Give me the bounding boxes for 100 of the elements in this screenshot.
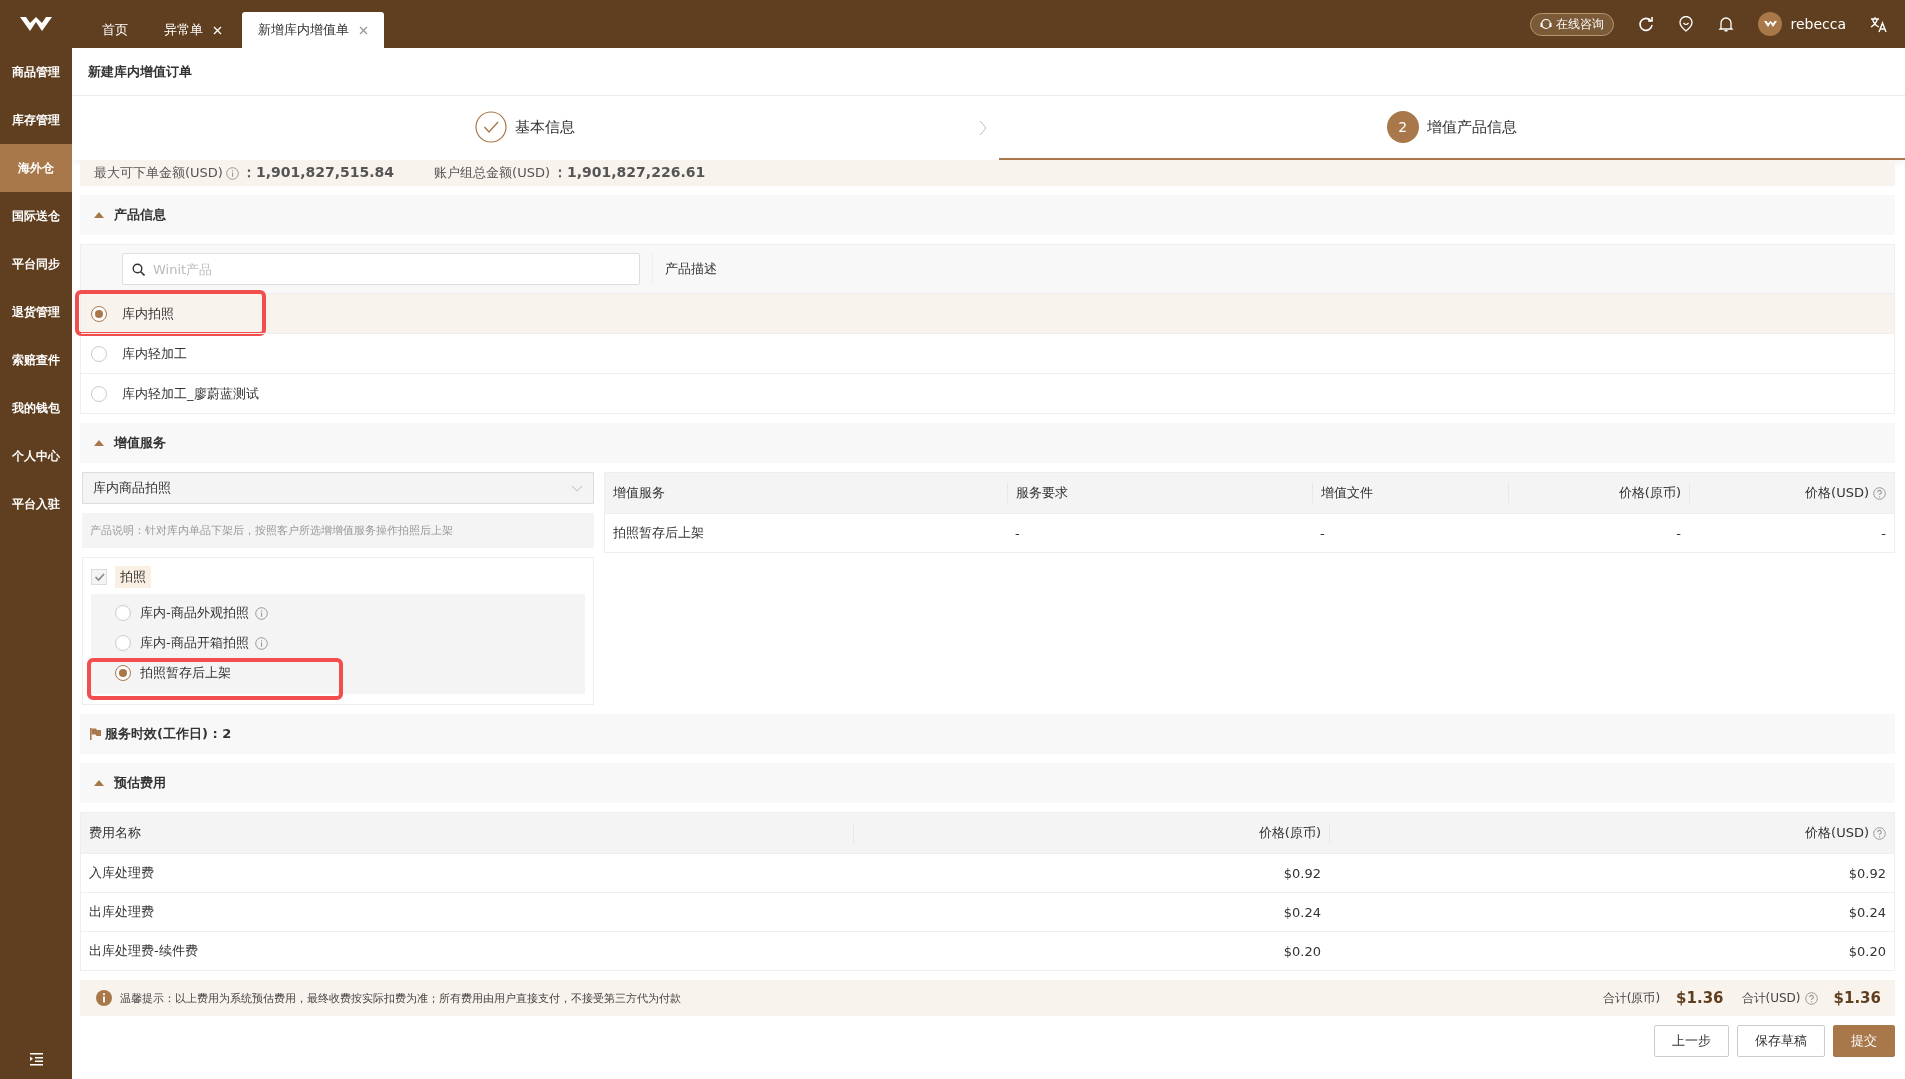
balance-value: ：1,901,827,515.84	[241, 164, 395, 182]
balance-label: 账户组总金额(USD)	[434, 164, 550, 182]
service-dropdown[interactable]: 库内商品拍照	[82, 472, 594, 504]
column-header: 价格(USD)	[1805, 824, 1869, 842]
column-header: 产品描述	[652, 253, 717, 285]
radio-button[interactable]	[91, 305, 107, 322]
table-cell: -	[1676, 525, 1681, 541]
total-label: 合计(USD)	[1741, 989, 1801, 1007]
headset-icon	[1540, 18, 1553, 30]
action-button[interactable]: 保存草稿	[1737, 1025, 1825, 1057]
table-cell: -	[1015, 525, 1020, 541]
consult-button[interactable]: 在线咨询	[1530, 12, 1615, 36]
radio-button[interactable]	[91, 385, 107, 402]
tab[interactable]: 异常单	[148, 12, 238, 48]
total-label: 合计(原币)	[1602, 989, 1661, 1007]
product-name: 库内轻加工	[122, 344, 187, 363]
product-row[interactable]: 库内拍照	[81, 293, 1894, 333]
option-label: 库内-商品开箱拍照	[140, 634, 249, 652]
step[interactable]: 基本信息	[72, 96, 979, 160]
table-cell: $0.20	[1283, 943, 1321, 959]
radio-button[interactable]	[115, 635, 131, 651]
sidebar-item[interactable]: 个人中心	[0, 432, 72, 480]
table-cell: -	[1320, 525, 1325, 541]
submit-button[interactable]: 提交	[1833, 1025, 1895, 1057]
action-button[interactable]: 上一步	[1654, 1025, 1729, 1057]
total-value: $1.36	[1833, 989, 1881, 1007]
sidebar-item[interactable]: 海外仓	[0, 144, 72, 192]
column-header: 增值服务	[613, 484, 665, 502]
product-row[interactable]: 库内轻加工_廖蔚蓝测试	[81, 373, 1894, 413]
balance-value: ：1,901,827,226.61	[553, 164, 706, 182]
total-value: $1.36	[1676, 989, 1724, 1007]
collapse-icon[interactable]	[94, 780, 104, 786]
sidebar-item[interactable]: 我的钱包	[0, 384, 72, 432]
radio-button[interactable]	[115, 605, 131, 621]
radio-button[interactable]	[91, 345, 107, 362]
user-name[interactable]: rebecca	[1790, 16, 1846, 32]
product-description: 产品说明：针对库内单品下架后，按照客户所选增增值服务操作拍照后上架	[82, 513, 594, 548]
sidebar-item[interactable]: 索赔查件	[0, 336, 72, 384]
page-title: 新建库内增值订单	[72, 48, 1905, 96]
table-cell: 拍照暂存后上架	[613, 524, 704, 542]
section-header[interactable]: 产品信息	[80, 195, 1895, 235]
sidebar-item[interactable]: 退货管理	[0, 288, 72, 336]
smile-pin-icon[interactable]	[1678, 16, 1695, 32]
product-row[interactable]: 库内轻加工	[81, 333, 1894, 373]
column-header: 价格(原币)	[1258, 824, 1321, 842]
table-cell: 入库处理费	[89, 864, 154, 882]
table-cell: 出库处理费-续件费	[89, 942, 198, 960]
logo-icon	[1762, 19, 1778, 29]
column-header: 价格(原币)	[1618, 484, 1681, 502]
translate-icon[interactable]	[1870, 15, 1887, 33]
table-cell: $0.24	[1848, 904, 1886, 920]
sidebar-item[interactable]: 国际送仓	[0, 192, 72, 240]
service-option[interactable]: 拍照暂存后上架	[115, 658, 231, 688]
table-cell: $0.20	[1848, 943, 1886, 959]
avatar[interactable]	[1758, 12, 1783, 36]
info-icon	[96, 990, 112, 1006]
refresh-icon[interactable]	[1638, 16, 1655, 32]
product-name: 库内轻加工_廖蔚蓝测试	[122, 384, 259, 403]
table-cell: -	[1881, 525, 1886, 541]
sidebar-item[interactable]: 平台入驻	[0, 480, 72, 528]
menu-icon[interactable]	[29, 1052, 43, 1066]
section-header[interactable]: 预估费用	[80, 763, 1895, 803]
section-title: 预估费用	[114, 774, 166, 792]
product-name: 库内拍照	[122, 304, 174, 323]
table-cell: 出库处理费	[89, 903, 154, 921]
sidebar-item[interactable]: 库存管理	[0, 96, 72, 144]
checkbox-label: 拍照	[115, 566, 151, 588]
tab[interactable]: 首页	[86, 12, 144, 48]
section-title: 增值服务	[114, 434, 166, 452]
service-option[interactable]: 库内-商品外观拍照	[115, 598, 268, 628]
check-icon	[93, 572, 105, 582]
collapse-icon[interactable]	[94, 212, 104, 218]
sidebar-item[interactable]: 商品管理	[0, 48, 72, 96]
column-header: 价格(USD)	[1805, 484, 1869, 502]
balance-label: 最大可下单金额(USD)	[94, 164, 223, 182]
checkbox[interactable]	[91, 569, 107, 585]
section-title: 产品信息	[114, 206, 166, 224]
tab[interactable]: 新增库内增值单	[242, 12, 384, 48]
search-field[interactable]: Winit产品	[122, 253, 640, 285]
sidebar-item[interactable]: 平台同步	[0, 240, 72, 288]
table-cell: $0.92	[1283, 865, 1321, 881]
bell-icon[interactable]	[1718, 16, 1735, 32]
column-header: 服务要求	[1016, 484, 1068, 502]
option-label: 拍照暂存后上架	[140, 664, 231, 682]
radio-button[interactable]	[115, 665, 131, 681]
collapse-icon[interactable]	[94, 440, 104, 446]
table-cell: $0.24	[1283, 904, 1321, 920]
chevron-down-icon	[571, 484, 583, 492]
column-header: 费用名称	[89, 824, 141, 842]
service-time: 服务时效(工作日) : 2	[105, 725, 232, 743]
search-icon	[132, 263, 145, 276]
service-option[interactable]: 库内-商品开箱拍照	[115, 628, 268, 658]
step-number: 2	[1386, 111, 1419, 143]
section-header[interactable]: 增值服务	[80, 423, 1895, 463]
notice-text: 温馨提示：以上费用为系统预估费用，最终收费按实际扣费为准；所有费用由用户直接支付，不接受第三方代为付款	[120, 990, 681, 1006]
flag-icon	[90, 728, 101, 740]
column-header: 增值文件	[1321, 484, 1373, 502]
option-label: 库内-商品外观拍照	[140, 604, 249, 622]
table-cell: $0.92	[1848, 865, 1886, 881]
chevron-icon	[978, 120, 987, 136]
